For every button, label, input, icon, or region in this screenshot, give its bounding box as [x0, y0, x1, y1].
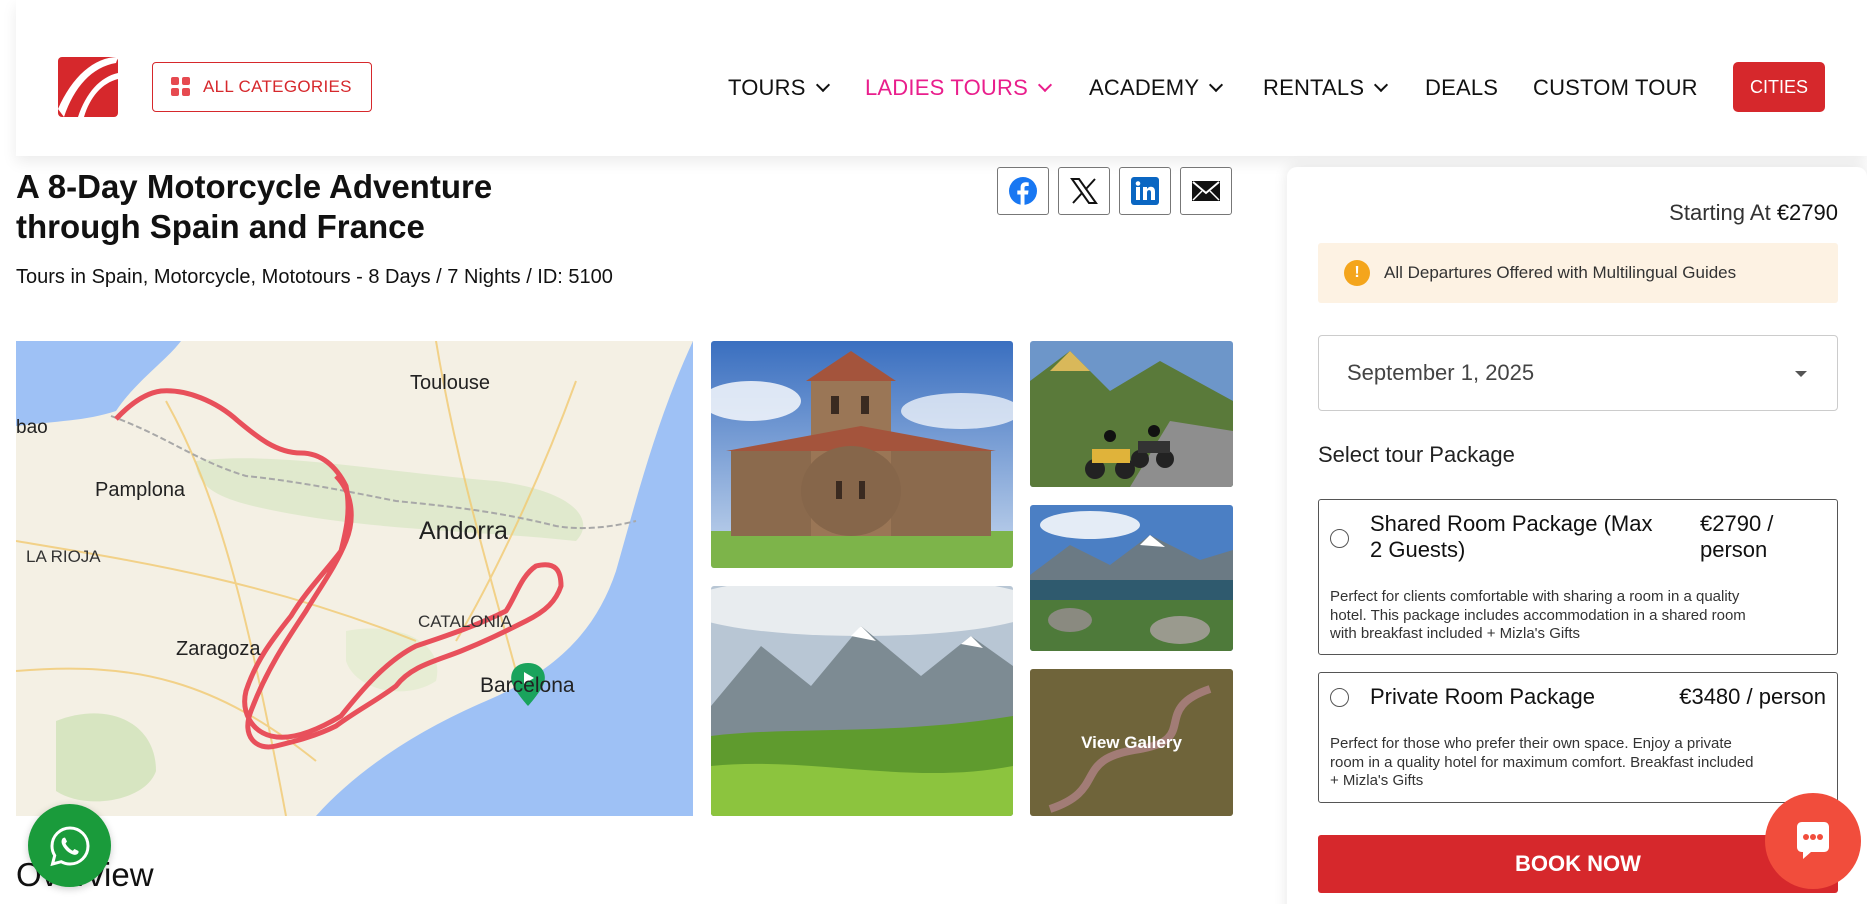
nav-rentals-label: RENTALS	[1263, 75, 1365, 100]
departure-date-select[interactable]: September 1, 2025	[1318, 335, 1838, 411]
package-shared-price-line1: €2790 /	[1700, 511, 1774, 536]
select-package-label: Select tour Package	[1318, 442, 1515, 467]
gallery-photo-monastery[interactable]	[711, 341, 1013, 568]
gallery-photo-motorcycles[interactable]	[1030, 341, 1233, 487]
whatsapp-button[interactable]	[28, 804, 111, 887]
package-shared-room[interactable]: Shared Room Package (Max 2 Guests) €2790…	[1318, 499, 1838, 655]
gallery-photo-lake[interactable]	[1030, 505, 1233, 651]
share-email-button[interactable]	[1180, 167, 1232, 215]
package-private-price: €3480 / person	[1679, 684, 1826, 709]
facebook-icon	[1009, 177, 1037, 205]
package-private-description: Perfect for those who prefer their own s…	[1330, 735, 1825, 791]
chevron-down-icon	[815, 77, 830, 93]
nav-custom-tour[interactable]: CUSTOM TOUR	[1533, 72, 1698, 104]
package-shared-desc-line3: with breakfast included + Mizla's Gifts	[1330, 625, 1581, 642]
map-base	[16, 341, 693, 816]
package-private-name: Private Room Package	[1370, 684, 1595, 709]
chevron-down-icon	[1037, 77, 1053, 93]
brand-logo[interactable]	[58, 57, 118, 117]
package-private-radio[interactable]	[1330, 688, 1349, 707]
map-label-pamplona: Pamplona	[95, 479, 186, 501]
monastery-image	[711, 341, 1013, 568]
guides-notice-text: All Departures Offered with Multilingual…	[1384, 263, 1737, 282]
package-private-desc-line3: + Mizla's Gifts	[1330, 772, 1424, 789]
nav-custom-tour-label: CUSTOM TOUR	[1533, 75, 1698, 100]
nav-rentals[interactable]: RENTALS	[1263, 72, 1389, 104]
linkedin-icon	[1131, 177, 1159, 205]
package-shared-name-line1: Shared Room Package (Max	[1370, 511, 1653, 536]
booking-sidebar: Starting At €2790 ! All Departures Offer…	[1287, 167, 1867, 904]
package-shared-name-line2: 2 Guests)	[1370, 537, 1466, 562]
package-shared-price-line2: person	[1700, 537, 1768, 562]
email-icon	[1192, 181, 1220, 201]
map-label-toulouse: Toulouse	[410, 372, 491, 394]
book-now-button[interactable]: BOOK NOW	[1318, 835, 1838, 893]
chevron-down-icon	[1209, 77, 1224, 93]
chat-icon	[1797, 822, 1829, 859]
starting-price-value: €2790	[1776, 200, 1838, 225]
nav-tours[interactable]: TOURS	[728, 72, 830, 104]
package-shared-radio[interactable]	[1330, 529, 1349, 548]
view-gallery-tile[interactable]: View Gallery	[1030, 669, 1233, 816]
nav-academy-label: ACADEMY	[1089, 75, 1200, 100]
view-gallery-label: View Gallery	[1030, 669, 1233, 816]
starting-at-label: Starting At	[1669, 200, 1771, 225]
gallery-photo-mountains[interactable]	[711, 586, 1013, 816]
cities-button[interactable]: CITIES	[1733, 62, 1825, 112]
caret-down-icon	[1795, 371, 1807, 377]
nav-academy[interactable]: ACADEMY	[1089, 72, 1224, 104]
lake-image	[1030, 505, 1233, 651]
package-private-desc-line1: Perfect for those who prefer their own s…	[1330, 735, 1732, 752]
tour-subtitle: Tours in Spain, Motorcycle, Mototours - …	[16, 266, 613, 288]
map-label-andorra: Andorra	[419, 517, 508, 545]
departure-date-value: September 1, 2025	[1347, 360, 1535, 385]
chat-button[interactable]	[1765, 793, 1861, 889]
nav-tours-label: TOURS	[728, 75, 806, 100]
map-label-la-rioja: LA RIOJA	[26, 547, 101, 566]
whatsapp-icon	[49, 825, 90, 866]
nav-ladies-tours[interactable]: LADIES TOURS	[865, 72, 1053, 104]
alert-icon: !	[1344, 260, 1370, 286]
package-shared-desc-line1: Perfect for clients comfortable with sha…	[1330, 588, 1740, 605]
route-map[interactable]: Toulouse bao Pamplona Andorra LA RIOJA C…	[16, 341, 693, 816]
site-header: ALL CATEGORIES TOURS LADIES TOURS ACADEM…	[16, 0, 1867, 156]
x-icon	[1070, 178, 1098, 204]
package-shared-desc-line2: hotel. This package includes accommodati…	[1330, 606, 1746, 624]
share-facebook-button[interactable]	[997, 167, 1049, 215]
package-shared-description: Perfect for clients comfortable with sha…	[1330, 588, 1825, 644]
map-label-zaragoza: Zaragoza	[176, 638, 261, 660]
package-private-desc-line2: room in a quality hotel for maximum comf…	[1330, 753, 1754, 771]
nav-ladies-tours-label: LADIES TOURS	[865, 75, 1028, 100]
package-shared-name: Shared Room Package (Max 2 Guests)	[1370, 511, 1652, 563]
map-label-bilbao: bao	[16, 417, 48, 438]
nav-deals-label: DEALS	[1425, 75, 1499, 100]
page-title: A 8-Day Motorcycle Adventure through Spa…	[16, 168, 493, 245]
guides-notice: ! All Departures Offered with Multilingu…	[1318, 243, 1838, 303]
mountains-image	[711, 586, 1013, 816]
chevron-down-icon	[1374, 77, 1389, 93]
share-x-button[interactable]	[1058, 167, 1110, 215]
package-shared-price: €2790 / person	[1700, 511, 1773, 563]
share-linkedin-button[interactable]	[1119, 167, 1171, 215]
nav-deals[interactable]: DEALS	[1425, 72, 1498, 104]
motorcycles-image	[1030, 341, 1233, 487]
map-label-catalonia: CATALONIA	[418, 612, 512, 631]
package-private-room[interactable]: Private Room Package €3480 / person Perf…	[1318, 672, 1838, 803]
grid-icon	[171, 77, 191, 97]
map-label-barcelona: Barcelona	[480, 674, 575, 697]
all-categories-label: ALL CATEGORIES	[203, 77, 352, 96]
starting-price: Starting At €2790	[1669, 200, 1838, 226]
all-categories-button[interactable]: ALL CATEGORIES	[152, 62, 372, 112]
